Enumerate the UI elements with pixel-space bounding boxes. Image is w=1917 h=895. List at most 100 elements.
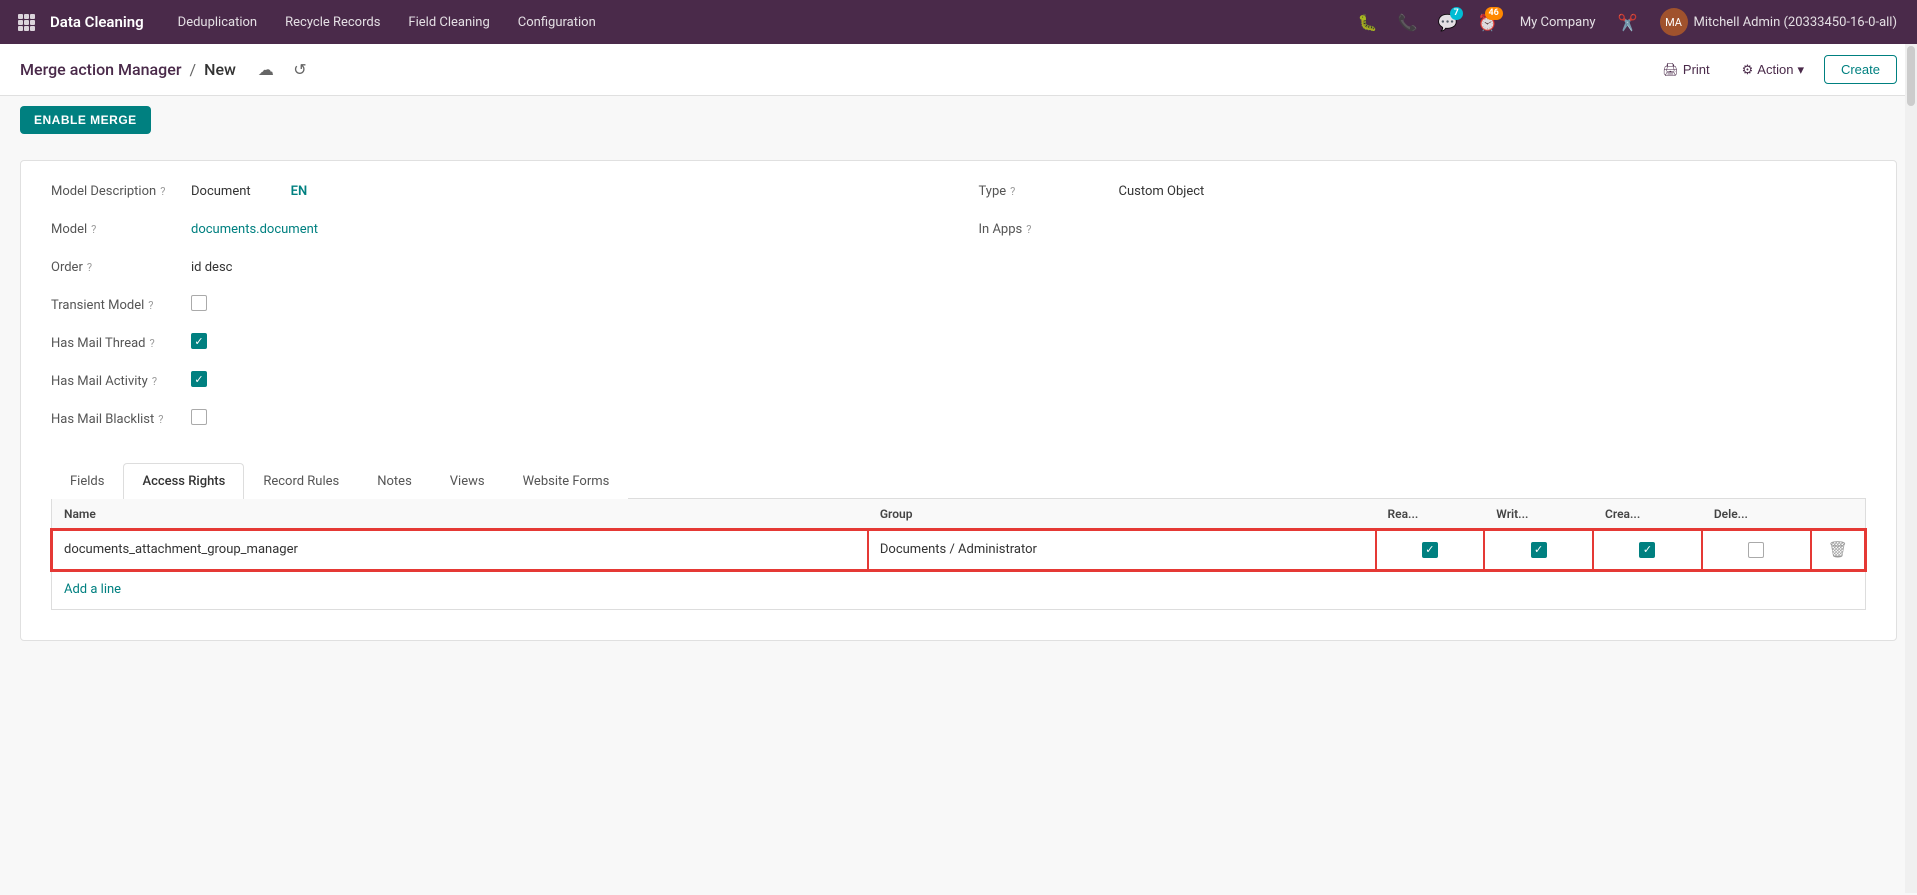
tab-views[interactable]: Views [431, 463, 504, 499]
action-bar: Merge action Manager / New ☁ ↺ 🖨 Print ⚙… [0, 44, 1917, 96]
order-value[interactable]: id desc [191, 257, 232, 275]
tab-fields[interactable]: Fields [51, 463, 123, 499]
in-apps-row: In Apps ? [979, 219, 1867, 247]
form-fields: Model Description ? Document EN Model ? … [51, 181, 1866, 447]
transient-model-checkbox[interactable] [191, 295, 207, 311]
has-mail-activity-row: Has Mail Activity ? ✓ [51, 371, 959, 399]
settings-icon[interactable]: ✂️ [1612, 6, 1644, 38]
col-header-write: Writ... [1484, 499, 1593, 530]
breadcrumb-current: New [204, 60, 236, 79]
order-label: Order ? [51, 257, 191, 275]
menu-deduplication[interactable]: Deduplication [164, 0, 271, 44]
access-rights-table: Name Group Rea... Writ... Crea... Dele..… [52, 499, 1865, 570]
order-row: Order ? id desc [51, 257, 959, 285]
has-mail-thread-help[interactable]: ? [150, 337, 155, 350]
clock-badge: 46 [1485, 7, 1503, 20]
col-header-name: Name [52, 499, 868, 530]
scrollbar[interactable] [1905, 44, 1917, 893]
row-delete-btn[interactable]: 🗑 [1811, 530, 1865, 570]
row-create-checkbox[interactable]: ✓ [1593, 530, 1702, 570]
navbar-right: 🐛 📞 💬 7 ⏰ 46 My Company ✂️ MA Mitchell A… [1352, 6, 1905, 38]
action-button[interactable]: ⚙ Action ▾ [1730, 56, 1816, 84]
has-mail-blacklist-help[interactable]: ? [158, 413, 163, 426]
has-mail-blacklist-row: Has Mail Blacklist ? [51, 409, 959, 437]
type-value[interactable]: Custom Object [1119, 181, 1205, 199]
menu-configuration[interactable]: Configuration [504, 0, 610, 44]
model-label: Model ? [51, 219, 191, 237]
tabs-list: Fields Access Rights Record Rules Notes … [51, 463, 1866, 498]
transient-model-help[interactable]: ? [148, 299, 153, 312]
form-right: Type ? Custom Object In Apps ? [959, 181, 1867, 447]
gear-icon: ⚙ [1742, 62, 1754, 78]
action-bar-icons: ☁ ↺ [252, 56, 314, 84]
table-container: Name Group Rea... Writ... Crea... Dele..… [51, 499, 1866, 610]
menu-recycle-records[interactable]: Recycle Records [271, 0, 394, 44]
transient-model-label: Transient Model ? [51, 295, 191, 313]
avatar: MA [1660, 8, 1688, 36]
model-description-row: Model Description ? Document EN [51, 181, 959, 209]
enable-merge-button[interactable]: ENABLE MERGE [20, 106, 151, 134]
in-apps-help[interactable]: ? [1026, 223, 1031, 236]
breadcrumb-parent[interactable]: Merge action Manager [20, 60, 181, 79]
tabs-container: Fields Access Rights Record Rules Notes … [51, 463, 1866, 499]
trash-icon[interactable]: 🗑 [1823, 540, 1853, 559]
has-mail-blacklist-checkbox[interactable] [191, 409, 207, 425]
add-line-container: Add a line [52, 570, 1865, 609]
has-mail-thread-checkbox[interactable]: ✓ [191, 333, 207, 349]
table-row[interactable]: documents_attachment_group_manager Docum… [52, 530, 1865, 570]
row-group: Documents / Administrator [868, 530, 1376, 570]
company-name[interactable]: My Company [1512, 15, 1604, 30]
user-menu[interactable]: MA Mitchell Admin (20333450-16-0-all) [1652, 8, 1905, 36]
model-help[interactable]: ? [91, 223, 96, 236]
navbar-menu: Deduplication Recycle Records Field Clea… [164, 0, 1352, 44]
model-description-value[interactable]: Document [191, 181, 251, 199]
menu-field-cleaning[interactable]: Field Cleaning [394, 0, 503, 44]
bug-icon[interactable]: 🐛 [1352, 6, 1384, 38]
apps-grid-icon[interactable] [12, 8, 40, 36]
in-apps-label: In Apps ? [979, 219, 1119, 237]
save-cloud-icon[interactable]: ☁ [252, 56, 280, 84]
has-mail-activity-label: Has Mail Activity ? [51, 371, 191, 389]
app-brand[interactable]: Data Cleaning [50, 13, 144, 31]
chat-icon[interactable]: 💬 7 [1432, 6, 1464, 38]
row-delete-checkbox[interactable] [1702, 530, 1811, 570]
row-read-checkbox[interactable]: ✓ [1376, 530, 1485, 570]
col-header-read: Rea... [1376, 499, 1485, 530]
row-write-checkbox[interactable]: ✓ [1484, 530, 1593, 570]
main-content: Model Description ? Document EN Model ? … [0, 144, 1917, 895]
tab-record-rules[interactable]: Record Rules [244, 463, 358, 499]
refresh-icon[interactable]: ↺ [286, 56, 314, 84]
clock-icon[interactable]: ⏰ 46 [1472, 6, 1504, 38]
form-left: Model Description ? Document EN Model ? … [51, 181, 959, 447]
tab-notes[interactable]: Notes [358, 463, 431, 499]
add-line-button[interactable]: Add a line [52, 574, 133, 605]
has-mail-activity-checkbox[interactable]: ✓ [191, 371, 207, 387]
scrollbar-thumb[interactable] [1907, 46, 1915, 106]
action-bar-right: 🖨 Print ⚙ Action ▾ Create [1650, 55, 1897, 84]
has-mail-thread-label: Has Mail Thread ? [51, 333, 191, 351]
create-button[interactable]: Create [1824, 55, 1897, 84]
tab-website-forms[interactable]: Website Forms [504, 463, 629, 499]
order-help[interactable]: ? [87, 261, 92, 274]
has-mail-thread-row: Has Mail Thread ? ✓ [51, 333, 959, 361]
type-help[interactable]: ? [1010, 185, 1015, 198]
model-description-label: Model Description ? [51, 181, 191, 199]
navbar: Data Cleaning Deduplication Recycle Reco… [0, 0, 1917, 44]
model-value[interactable]: documents.document [191, 219, 318, 237]
tab-access-rights[interactable]: Access Rights [123, 463, 244, 499]
print-icon: 🖨 [1662, 62, 1679, 78]
phone-icon[interactable]: 📞 [1392, 6, 1424, 38]
col-header-group: Group [868, 499, 1376, 530]
user-name: Mitchell Admin (20333450-16-0-all) [1694, 15, 1897, 30]
has-mail-blacklist-label: Has Mail Blacklist ? [51, 409, 191, 427]
transient-model-row: Transient Model ? [51, 295, 959, 323]
print-button[interactable]: 🖨 Print [1650, 56, 1721, 84]
model-description-en[interactable]: EN [291, 181, 308, 199]
enable-merge-bar: ENABLE MERGE [0, 96, 1917, 144]
has-mail-activity-help[interactable]: ? [152, 375, 157, 388]
table-header-row: Name Group Rea... Writ... Crea... Dele..… [52, 499, 1865, 530]
type-row: Type ? Custom Object [979, 181, 1867, 209]
model-description-help[interactable]: ? [160, 185, 165, 198]
row-name: documents_attachment_group_manager [52, 530, 868, 570]
breadcrumb-separator: / [189, 60, 196, 79]
